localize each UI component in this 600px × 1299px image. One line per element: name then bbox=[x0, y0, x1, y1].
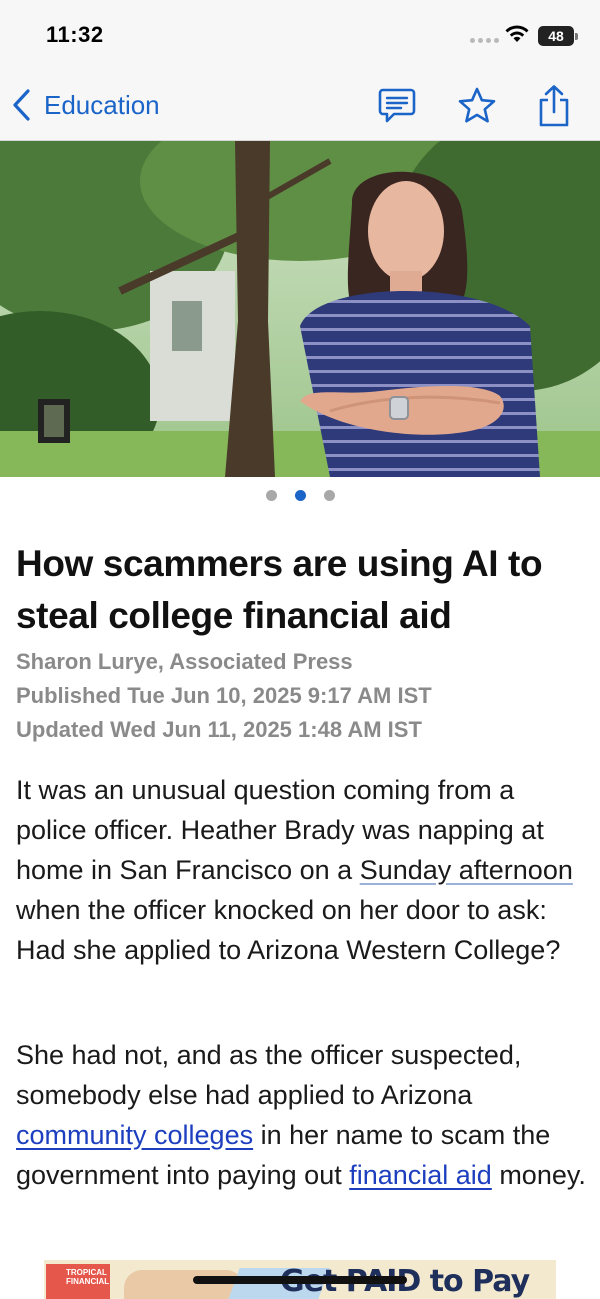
battery-icon: 48 bbox=[538, 26, 578, 46]
share-button[interactable] bbox=[532, 84, 576, 128]
status-time: 11:32 bbox=[46, 22, 104, 47]
article-author: Sharon Lurye, Associated Press bbox=[16, 649, 353, 674]
battery-level: 48 bbox=[548, 28, 564, 44]
back-chevron-icon bbox=[13, 89, 30, 121]
article-headline: How scammers are using AI to steal colle… bbox=[16, 543, 543, 636]
carousel-dot[interactable] bbox=[265, 490, 277, 501]
carousel-dot[interactable] bbox=[323, 490, 335, 501]
back-label: Education bbox=[44, 89, 160, 120]
carousel-dot-active[interactable] bbox=[294, 490, 306, 501]
carousel-dots[interactable] bbox=[0, 490, 600, 501]
community-colleges-link[interactable]: community colleges bbox=[16, 1120, 253, 1150]
home-indicator[interactable] bbox=[193, 1276, 407, 1284]
share-icon bbox=[539, 85, 569, 127]
paragraph-text: She had not, and as the officer suspect­… bbox=[16, 1040, 522, 1110]
article-published: Published Tue Jun 10, 2025 9:17 AM IST bbox=[16, 683, 432, 708]
status-bar: 11:32 48 bbox=[0, 0, 600, 70]
back-button[interactable]: Education bbox=[10, 88, 160, 122]
nav-bar: Education bbox=[0, 70, 600, 141]
ad-graphic bbox=[124, 1270, 244, 1299]
comments-icon bbox=[378, 88, 416, 123]
article-updated: Updated Wed Jun 11, 2025 1:48 AM IST bbox=[16, 717, 422, 742]
paragraph-text: money. bbox=[491, 1160, 586, 1190]
paragraph-text: when the officer knocked on her door to … bbox=[16, 895, 561, 965]
ad-logo: TROPICAL FINANCIAL bbox=[46, 1264, 110, 1299]
article-meta: Sharon Lurye, Associated Press Published… bbox=[16, 645, 586, 747]
signal-dots-icon bbox=[470, 38, 499, 43]
wifi-icon bbox=[505, 25, 529, 42]
bookmark-star-button[interactable] bbox=[455, 84, 499, 128]
article-paragraph: She had not, and as the officer suspect­… bbox=[16, 1035, 588, 1195]
comments-button[interactable] bbox=[375, 84, 419, 128]
hero-image[interactable] bbox=[0, 141, 600, 477]
sunday-afternoon-link[interactable]: Sunday afternoon bbox=[360, 855, 573, 885]
star-icon bbox=[458, 87, 496, 123]
article-paragraph: It was an unusual question coming from a… bbox=[16, 770, 588, 970]
financial-aid-link[interactable]: fi­nancial aid bbox=[349, 1160, 492, 1190]
